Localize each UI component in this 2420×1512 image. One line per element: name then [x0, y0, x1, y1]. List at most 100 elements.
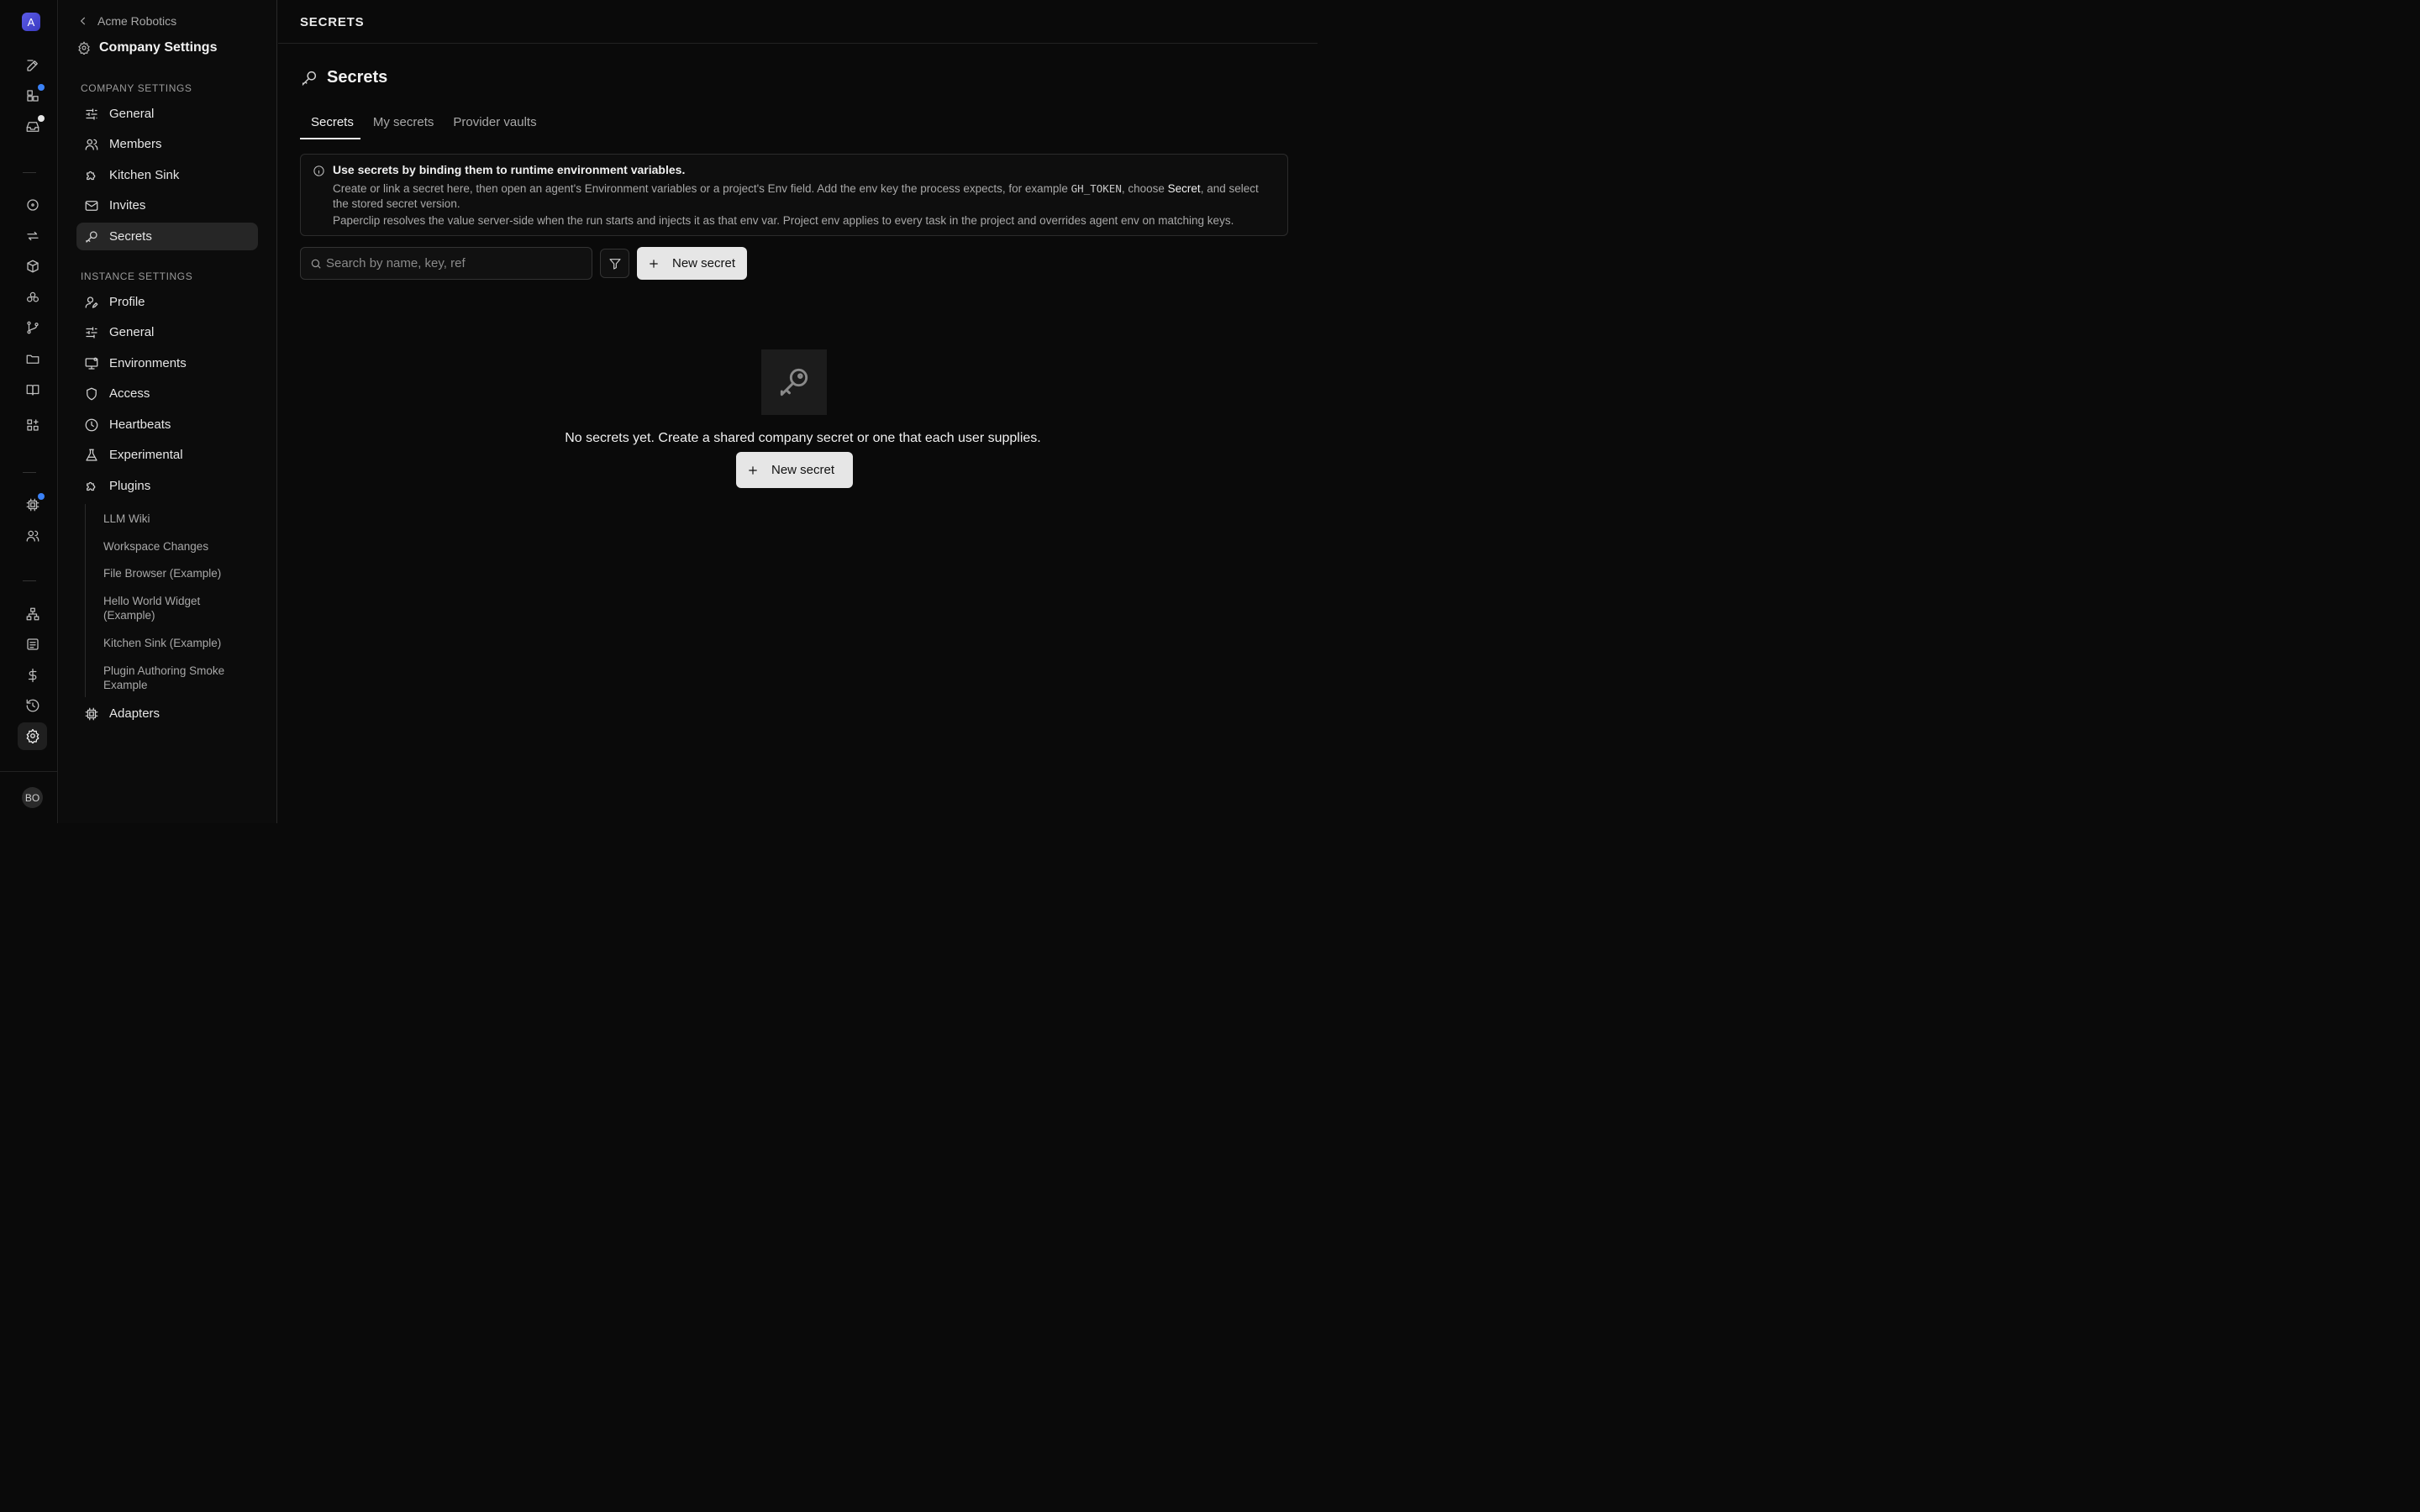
sidebar-item-heartbeats[interactable]: Heartbeats: [76, 411, 258, 438]
sidebar-item-label: Profile: [109, 295, 145, 309]
tab-my-secrets[interactable]: My secrets: [362, 109, 441, 139]
env-key-example: GH_TOKEN: [1071, 182, 1122, 195]
chevron-left-icon: [80, 17, 86, 25]
plugin-item-kitchen-sink-example[interactable]: Kitchen Sink (Example): [103, 636, 255, 650]
empty-new-secret-button[interactable]: New secret: [736, 452, 853, 488]
sidebar-item-profile[interactable]: Profile: [76, 288, 258, 316]
gear-icon: [78, 41, 90, 55]
sidebar-title: Company Settings: [77, 40, 217, 55]
sidebar-item-invites[interactable]: Invites: [76, 192, 258, 219]
plugin-tree-line: [85, 504, 86, 697]
info-icon: [313, 165, 324, 176]
sidebar-item-members[interactable]: Members: [76, 130, 258, 158]
back-label: Acme Robotics: [97, 14, 177, 28]
breadcrumb: SECRETS: [300, 15, 365, 29]
user-avatar[interactable]: BO: [22, 787, 43, 808]
plugin-item-plugin-authoring-smoke[interactable]: Plugin Authoring Smoke Example: [103, 664, 242, 692]
search-icon: [311, 259, 321, 269]
sidebar-item-adapters[interactable]: Adapters: [76, 700, 258, 727]
apps-icon[interactable]: [24, 416, 42, 434]
key-icon: [86, 230, 97, 243]
dashboard-icon[interactable]: [24, 84, 45, 105]
issues-icon[interactable]: [24, 196, 42, 214]
sidebar-item-label: Members: [109, 137, 162, 151]
logs-icon[interactable]: [24, 635, 42, 654]
sidebar-item-kitchen-sink[interactable]: Kitchen Sink: [76, 161, 258, 189]
rail-divider: [0, 771, 58, 772]
app-window: A BO Acme Robotics Company Settings COMP…: [0, 0, 1318, 823]
company-logo[interactable]: A: [22, 13, 40, 31]
info-emphasis: Secret: [1167, 182, 1201, 195]
edit-icon[interactable]: [24, 56, 42, 75]
sidebar-item-access[interactable]: Access: [76, 380, 258, 407]
costs-icon[interactable]: [24, 666, 42, 685]
sidebar-item-experimental[interactable]: Experimental: [76, 441, 258, 469]
team-icon[interactable]: [24, 527, 42, 545]
routines-icon[interactable]: [24, 227, 42, 245]
plugin-item-workspace-changes[interactable]: Workspace Changes: [103, 539, 255, 554]
agents-icon[interactable]: [24, 288, 42, 307]
plugin-item-hello-world-widget[interactable]: Hello World Widget (Example): [103, 594, 229, 622]
page-title-text: Secrets: [327, 68, 388, 87]
folder-icon[interactable]: [24, 349, 42, 368]
docs-icon[interactable]: [24, 381, 42, 399]
info-callout: Use secrets by binding them to runtime e…: [300, 154, 1288, 236]
sidebar-item-label: Kitchen Sink: [109, 168, 180, 182]
puzzle-icon: [87, 171, 96, 180]
sidebar-item-label: Invites: [109, 198, 146, 213]
users-icon: [85, 139, 98, 150]
notification-dot: [38, 493, 45, 500]
key-icon: [780, 368, 808, 396]
user-edit-icon: [85, 296, 98, 308]
sidebar-item-label: Experimental: [109, 448, 183, 462]
rail-divider: [23, 472, 36, 473]
sidebar-item-label: Plugins: [109, 479, 151, 493]
puzzle-icon: [87, 481, 96, 491]
sidebar-item-instance-general[interactable]: General: [76, 318, 258, 346]
info-heading: Use secrets by binding them to runtime e…: [333, 163, 686, 176]
icon-rail: A BO: [0, 0, 58, 823]
plugin-item-file-browser[interactable]: File Browser (Example): [103, 566, 255, 580]
sidebar-item-label: Heartbeats: [109, 417, 171, 432]
empty-new-secret-label: New secret: [771, 463, 835, 477]
back-link[interactable]: Acme Robotics: [77, 14, 176, 28]
history-icon[interactable]: [24, 696, 42, 715]
info-text: , choose: [1121, 182, 1168, 195]
search-box: [300, 247, 592, 280]
filter-button[interactable]: [600, 249, 629, 278]
company-settings-heading: COMPANY SETTINGS: [81, 82, 192, 94]
tab-provider-vaults[interactable]: Provider vaults: [442, 109, 543, 139]
org-chart-icon[interactable]: [24, 605, 42, 623]
sidebar-item-label: Access: [109, 386, 150, 401]
flask-icon: [86, 449, 97, 461]
search-input[interactable]: [326, 248, 587, 279]
goals-icon[interactable]: [24, 257, 42, 276]
shield-icon: [87, 387, 97, 400]
sidebar-item-plugins[interactable]: Plugins: [76, 472, 258, 500]
adapters-icon[interactable]: [24, 493, 45, 514]
settings-icon[interactable]: [24, 727, 42, 745]
rail-divider: [23, 580, 36, 581]
new-secret-button[interactable]: New secret: [637, 247, 747, 280]
branch-icon[interactable]: [24, 318, 42, 337]
plugin-item-llm-wiki[interactable]: LLM Wiki: [103, 512, 255, 526]
plus-icon: [650, 259, 658, 268]
top-bar: SECRETS: [278, 0, 1318, 44]
inbox-icon[interactable]: [24, 115, 45, 136]
rail-divider: [23, 172, 36, 173]
sidebar-item-company-general[interactable]: General: [76, 100, 258, 128]
empty-state-icon: [761, 349, 827, 415]
chip-icon: [85, 707, 98, 720]
mail-icon: [85, 200, 98, 211]
tab-bar: Secrets My secrets Provider vaults: [300, 109, 545, 139]
plus-icon: [749, 465, 757, 475]
sidebar-title-text: Company Settings: [99, 40, 218, 55]
sidebar-item-environments[interactable]: Environments: [76, 349, 258, 377]
page-title: Secrets: [300, 68, 387, 87]
sliders-icon: [86, 108, 97, 120]
sidebar-item-label: General: [109, 325, 155, 339]
sidebar-item-secrets[interactable]: Secrets: [76, 223, 258, 250]
sidebar-item-label: Secrets: [109, 229, 152, 244]
clock-icon: [85, 418, 98, 431]
tab-secrets[interactable]: Secrets: [300, 109, 360, 139]
